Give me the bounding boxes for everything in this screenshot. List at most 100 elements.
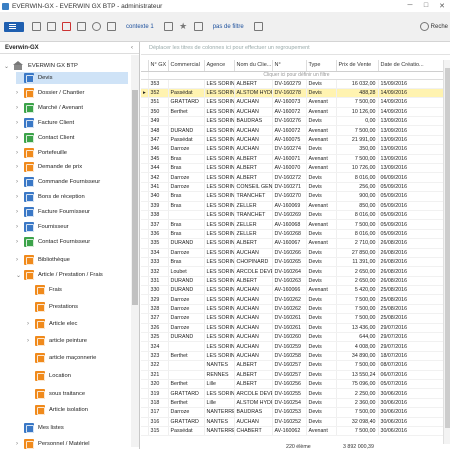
row-selector[interactable]: [141, 332, 149, 343]
expand-arrow-icon[interactable]: ›: [16, 224, 24, 230]
table-row[interactable]: 331 DURAND LES SORINI ALBERT DV-160263 Devis 2…: [141, 276, 444, 287]
table-row[interactable]: 339 Bras LES SORINI ZELLER AV-160069 Avenant 8…: [141, 201, 444, 211]
row-selector[interactable]: ▸: [141, 88, 149, 99]
table-row[interactable]: 332LoubetLES SORINIARCOLE DEVELDV-160264…: [141, 266, 444, 277]
sidebar-item[interactable]: Prestations: [27, 301, 78, 313]
row-selector[interactable]: [141, 144, 149, 155]
row-selector[interactable]: [141, 248, 149, 258]
row-selector[interactable]: [141, 323, 149, 334]
sidebar-item[interactable]: › Demande de prix: [16, 161, 82, 173]
table-row[interactable]: 344 Bras LES SORINI ALBERT AV-160070 Avenant 1…: [141, 163, 444, 174]
table-row[interactable]: 318 Berthet Lille ALSTOM HYDR DV-160254 Devis…: [141, 398, 444, 409]
expand-arrow-icon[interactable]: ›: [16, 179, 24, 185]
row-selector[interactable]: [141, 201, 149, 211]
group-by-hint[interactable]: Déplacer les titres de colonnes ici pour…: [141, 42, 450, 55]
table-row[interactable]: 334 Darroze LES SORINI AUCHAN DV-160266 Devis…: [141, 248, 444, 258]
sidebar-item[interactable]: Mes listes: [16, 422, 64, 434]
table-row[interactable]: 346 Darroze LES SORINI AUCHAN DV-160274 Devis…: [141, 144, 444, 155]
table-row[interactable]: 338 LES SORINI TRANCHET DV-160269 Devis 8 016…: [141, 210, 444, 221]
row-selector[interactable]: [141, 172, 149, 183]
row-selector[interactable]: [141, 379, 149, 390]
table-row[interactable]: 335 DURAND LES SORINI ALBERT AV-160067 Avenan…: [141, 238, 444, 249]
row-selector[interactable]: [141, 79, 149, 89]
table-scrollbar[interactable]: [443, 60, 450, 444]
table-row[interactable]: 328 Darroze LES SORINI AUCHAN DV-160262 Devis…: [141, 304, 444, 315]
row-selector[interactable]: [141, 135, 149, 146]
row-selector[interactable]: [141, 426, 149, 437]
column-header[interactable]: Date de Créatio...: [378, 60, 444, 72]
table-row[interactable]: 321 RENNES ALBERT DV-160257 Devis 13 550,24 06…: [141, 370, 444, 381]
row-selector[interactable]: [141, 210, 149, 221]
table-row[interactable]: 353 LES SORINI ALBERT DV-160279 Devis 16 032,…: [141, 79, 444, 89]
row-selector[interactable]: [141, 388, 149, 399]
table-row[interactable]: 336 Bras LES SORINI ZELLER DV-160268 Devis 8 0…: [141, 229, 444, 240]
expand-arrow-icon[interactable]: ›: [16, 135, 24, 141]
sidebar-item[interactable]: › Facture Client: [16, 117, 74, 129]
table-row[interactable]: 345 Bras LES SORINI ALBERT AV-160071 Avenant 7…: [141, 154, 444, 165]
row-selector[interactable]: [141, 313, 149, 324]
table-row[interactable]: 317 Darroze NANTERRE BAUDRAS DV-160253 Devis 7…: [141, 407, 444, 418]
sidebar-item[interactable]: Frais: [27, 284, 62, 296]
table-row[interactable]: 323 Berthet LES SORINI AUCHAN DV-160258 Devis…: [141, 351, 444, 362]
table-row[interactable]: 349 LES SORINI BAUDRAS DV-160276 Devis 0,00 13…: [141, 116, 444, 127]
sidebar-item[interactable]: › Dossier / Chantier: [16, 87, 84, 99]
table-row[interactable]: 330 DURAND LES SORINI AUCHAN AV-160066 Avenan…: [141, 285, 444, 296]
row-selector[interactable]: [141, 266, 149, 277]
row-selector[interactable]: [141, 154, 149, 165]
row-selector[interactable]: [141, 116, 149, 127]
filter-row[interactable]: Cliquer ici pour définir un filtre: [141, 71, 444, 80]
table-row[interactable]: 350 Berthet LES SORINI AUCHAN AV-160072 Avena…: [141, 107, 444, 118]
row-selector[interactable]: [141, 163, 149, 174]
sidebar-item[interactable]: article maçonnerie: [27, 352, 96, 364]
column-header[interactable]: N° GX: [148, 60, 169, 72]
sidebar-item[interactable]: › Article elec: [27, 318, 77, 330]
table-row[interactable]: 337 Bras LES SORINI ZELLER AV-160068 Avenant 7…: [141, 219, 444, 230]
row-selector[interactable]: [141, 417, 149, 427]
column-header[interactable]: Agence: [204, 60, 235, 72]
table-row[interactable]: 319GRATTARDLES SORINIARCOLE DEVELDV-1602…: [141, 388, 444, 399]
table-scroll-thumb[interactable]: [445, 68, 450, 428]
row-selector[interactable]: [141, 351, 149, 362]
expand-arrow-icon[interactable]: ›: [16, 209, 24, 215]
row-selector[interactable]: [141, 219, 149, 230]
sidebar-item[interactable]: Location: [27, 370, 71, 382]
row-selector[interactable]: [141, 276, 149, 287]
sidebar-item[interactable]: › Bons de réception: [16, 191, 85, 203]
column-header[interactable]: Nom du Clie...: [234, 60, 273, 72]
expand-arrow-icon[interactable]: ›: [16, 150, 24, 156]
sidebar-item[interactable]: Devis: [16, 72, 128, 84]
sidebar-item[interactable]: ⌄ EVERWIN GX BTP: [4, 60, 78, 72]
row-selector[interactable]: [141, 191, 149, 202]
table-row[interactable]: 326 Darroze LES SORINI AUCHAN DV-160261 Devis…: [141, 323, 444, 334]
table-row[interactable]: 324 LES SORINI AUCHAN DV-160259 Devis 4 008,0…: [141, 341, 444, 352]
sidebar-item[interactable]: › Portefeuille: [16, 147, 67, 159]
expand-arrow-icon[interactable]: ›: [16, 105, 24, 111]
row-selector[interactable]: [141, 341, 149, 352]
sidebar-item[interactable]: sous traitance: [27, 388, 85, 400]
sidebar-scrollbar[interactable]: [131, 55, 139, 447]
search-area[interactable]: Reche: [419, 22, 448, 31]
save-icon[interactable]: [163, 22, 173, 31]
row-selector[interactable]: [141, 107, 149, 118]
table-row[interactable]: 341DarrozeLES SORINICONSEIL GENEDV-16027…: [141, 182, 444, 193]
close-icon[interactable]: ✕: [434, 2, 450, 10]
sidebar-item[interactable]: › Bibliothèque: [16, 254, 70, 266]
expand-arrow-icon[interactable]: ›: [16, 120, 24, 126]
sidebar-item[interactable]: › Personnel / Matériel: [16, 438, 90, 450]
table-row[interactable]: 320 Berthet Lille ALBERT DV-160256 Devis 75 09…: [141, 379, 444, 390]
row-selector[interactable]: [141, 257, 149, 268]
row-selector[interactable]: [141, 229, 149, 240]
sidebar-scroll-thumb[interactable]: [132, 90, 138, 305]
table-row[interactable]: 329 Darroze LES SORINI AUCHAN DV-160262 Devis…: [141, 294, 444, 305]
maximize-icon[interactable]: □: [418, 2, 434, 10]
column-header[interactable]: Commercial: [168, 60, 205, 72]
minimize-icon[interactable]: ─: [402, 2, 418, 10]
table-row[interactable]: 327 Darroze LES SORINI AUCHAN DV-160261 Devis…: [141, 313, 444, 324]
expand-arrow-icon[interactable]: ›: [16, 194, 24, 200]
edit-icon[interactable]: [47, 22, 56, 31]
column-header[interactable]: N°: [272, 60, 307, 72]
filter-selector[interactable]: pas de filtre: [213, 24, 244, 30]
table-row[interactable]: 322 NANTES ALBERT DV-160257 Devis 7 500,00 08/…: [141, 360, 444, 371]
collapse-icon[interactable]: ‹: [131, 45, 133, 51]
main-menu-button[interactable]: [4, 21, 24, 32]
